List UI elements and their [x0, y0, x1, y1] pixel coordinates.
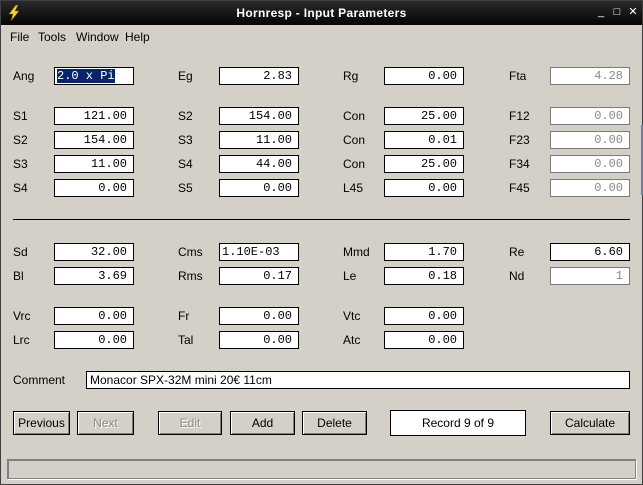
label-vtc: Vtc: [343, 309, 361, 323]
input-s4-row4[interactable]: 0.00: [54, 179, 134, 197]
title-bar[interactable]: Hornresp - Input Parameters _ □ ✕: [1, 1, 642, 25]
input-f34: 0.00: [550, 155, 630, 173]
input-s1[interactable]: 121.00: [54, 107, 134, 125]
menu-tools[interactable]: Tools: [38, 30, 66, 44]
input-vtc[interactable]: 0.00: [384, 307, 464, 325]
record-indicator: Record 9 of 9: [390, 410, 526, 436]
label-comment: Comment: [13, 373, 66, 387]
label-con-1: Con: [343, 109, 366, 123]
label-s4: S4: [178, 157, 193, 171]
input-con-2[interactable]: 0.01: [384, 131, 464, 149]
input-nd[interactable]: 1: [550, 267, 630, 285]
menu-file[interactable]: File: [10, 30, 29, 44]
label-f45: F45: [509, 181, 530, 195]
label-eg: Eg: [178, 69, 193, 83]
input-rms[interactable]: 0.17: [219, 267, 299, 285]
input-eg[interactable]: 2.83: [219, 67, 299, 85]
input-f12: 0.00: [550, 107, 630, 125]
input-sd[interactable]: 32.00: [54, 243, 134, 261]
label-lrc: Lrc: [13, 333, 30, 347]
input-s5[interactable]: 0.00: [219, 179, 299, 197]
input-ang[interactable]: 2.0 x Pi: [54, 67, 134, 85]
input-lrc[interactable]: 0.00: [54, 331, 134, 349]
input-cms[interactable]: 1.10E-03: [219, 243, 299, 261]
input-rg[interactable]: 0.00: [384, 67, 464, 85]
input-atc[interactable]: 0.00: [384, 331, 464, 349]
input-tal[interactable]: 0.00: [219, 331, 299, 349]
input-con-3[interactable]: 25.00: [384, 155, 464, 173]
label-s3-row3: S3: [13, 157, 28, 171]
label-f12: F12: [509, 109, 530, 123]
label-fr: Fr: [178, 309, 190, 323]
input-fr[interactable]: 0.00: [219, 307, 299, 325]
label-s4-row4: S4: [13, 181, 28, 195]
input-fta: 4.28: [550, 67, 630, 85]
edit-button[interactable]: Edit: [158, 411, 222, 435]
label-s5: S5: [178, 181, 193, 195]
section-divider: [13, 219, 630, 220]
input-s2[interactable]: 154.00: [219, 107, 299, 125]
label-atc: Atc: [343, 333, 361, 347]
label-l45: L45: [343, 181, 364, 195]
input-bl[interactable]: 3.69: [54, 267, 134, 285]
label-le: Le: [343, 269, 357, 283]
input-s4[interactable]: 44.00: [219, 155, 299, 173]
label-ang: Ang: [13, 69, 35, 83]
input-le[interactable]: 0.18: [384, 267, 464, 285]
label-f34: F34: [509, 157, 530, 171]
delete-button[interactable]: Delete: [302, 411, 367, 435]
label-s1: S1: [13, 109, 28, 123]
window-title: Hornresp - Input Parameters: [236, 6, 407, 20]
main-window: Hornresp - Input Parameters _ □ ✕ File T…: [0, 0, 643, 485]
previous-button[interactable]: Previous: [13, 411, 70, 435]
menu-bar: File Tools Window Help: [1, 27, 642, 47]
comment-input[interactable]: Monacor SPX-32M mini 20€ 11cm: [86, 371, 630, 389]
menu-window[interactable]: Window: [76, 30, 119, 44]
input-con-1[interactable]: 25.00: [384, 107, 464, 125]
label-s2-row2: S2: [13, 133, 28, 147]
status-bar: [7, 459, 636, 479]
label-fta: Fta: [509, 69, 527, 83]
next-button[interactable]: Next: [77, 411, 134, 435]
input-re[interactable]: 6.60: [550, 243, 630, 261]
input-s3[interactable]: 11.00: [219, 131, 299, 149]
label-sd: Sd: [13, 245, 28, 259]
input-mmd[interactable]: 1.70: [384, 243, 464, 261]
label-con-3: Con: [343, 157, 366, 171]
label-s2: S2: [178, 109, 193, 123]
label-s3: S3: [178, 133, 193, 147]
label-tal: Tal: [178, 333, 194, 347]
label-bl: Bl: [13, 269, 24, 283]
input-s2-row2[interactable]: 154.00: [54, 131, 134, 149]
label-rms: Rms: [178, 269, 203, 283]
calculate-button[interactable]: Calculate: [550, 411, 630, 435]
label-con-2: Con: [343, 133, 366, 147]
input-s3-row3[interactable]: 11.00: [54, 155, 134, 173]
add-button[interactable]: Add: [230, 411, 295, 435]
close-icon[interactable]: ✕: [626, 5, 640, 19]
minimize-icon[interactable]: _: [594, 5, 608, 19]
label-rg: Rg: [343, 69, 359, 83]
input-f23: 0.00: [550, 131, 630, 149]
label-nd: Nd: [509, 269, 525, 283]
maximize-icon[interactable]: □: [610, 5, 624, 19]
input-l45[interactable]: 0.00: [384, 179, 464, 197]
menu-help[interactable]: Help: [125, 30, 150, 44]
label-cms: Cms: [178, 245, 203, 259]
label-vrc: Vrc: [13, 309, 31, 323]
label-mmd: Mmd: [343, 245, 370, 259]
input-ang-selected-text: 2.0 x Pi: [56, 68, 116, 84]
label-f23: F23: [509, 133, 530, 147]
input-vrc[interactable]: 0.00: [54, 307, 134, 325]
label-re: Re: [509, 245, 525, 259]
input-f45: 0.00: [550, 179, 630, 197]
